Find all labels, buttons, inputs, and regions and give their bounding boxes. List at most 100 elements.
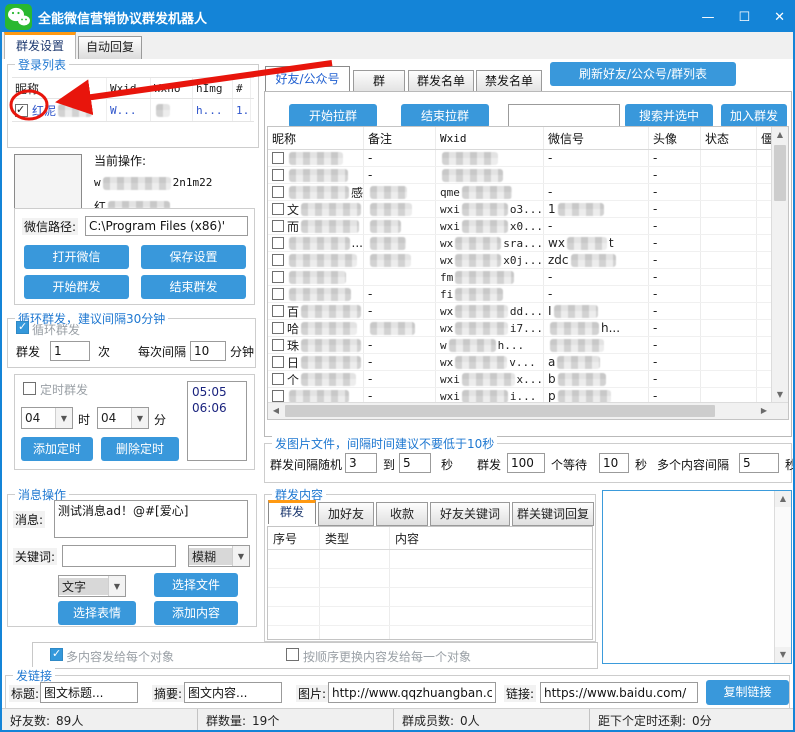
row-checkbox[interactable] <box>272 288 284 300</box>
row-checkbox[interactable] <box>272 373 284 385</box>
row-checkbox[interactable] <box>272 322 284 334</box>
scroll-up-icon[interactable]: ▲ <box>772 127 788 143</box>
friend-row[interactable]: --- <box>268 150 788 167</box>
save-settings-button[interactable]: 保存设置 <box>141 245 246 269</box>
row-checkbox[interactable] <box>272 305 284 317</box>
row-checkbox[interactable] <box>272 152 284 164</box>
interval-max-input[interactable] <box>399 453 431 473</box>
row-checkbox[interactable] <box>272 220 284 232</box>
row-checkbox[interactable] <box>272 356 284 368</box>
timer-send-checkbox[interactable] <box>23 382 36 395</box>
friend-row[interactable]: -fi-- <box>268 286 788 303</box>
content-type-select[interactable]: 文字▼ <box>58 575 126 597</box>
scroll-left-icon[interactable]: ◀ <box>268 403 284 419</box>
link-summary-input[interactable] <box>184 682 282 703</box>
delete-timer-button[interactable]: 删除定时 <box>101 437 179 461</box>
row-checkbox[interactable] <box>272 339 284 351</box>
start-masssend-button[interactable]: 开始群发 <box>24 275 129 299</box>
friend-row[interactable]: ...wxsra...wxt- <box>268 235 788 252</box>
loop-send-checkbox[interactable] <box>16 321 29 334</box>
scroll-down-icon[interactable]: ▼ <box>772 387 788 403</box>
friend-row[interactable]: 珠-wh...- <box>268 337 788 354</box>
tab-auto-reply[interactable]: 自动回复 <box>78 36 142 59</box>
friend-row[interactable]: 文wxio3...1- <box>268 201 788 218</box>
content-tab-addfriend[interactable]: 加好友 <box>318 502 374 526</box>
close-button[interactable]: ✕ <box>774 10 785 25</box>
tab-block-list[interactable]: 禁发名单 <box>476 70 542 92</box>
row-checkbox[interactable] <box>272 237 284 249</box>
login-row[interactable]: 红泥 W... h... 1. <box>12 99 254 122</box>
friend-row[interactable]: 个-wxix...b- <box>268 371 788 388</box>
minute-select[interactable]: 04▼ <box>97 407 149 429</box>
friend-cell: wxsra... <box>436 235 544 251</box>
friends-vscrollbar[interactable]: ▲ ▼ <box>771 127 788 403</box>
end-masssend-button[interactable]: 结束群发 <box>141 275 246 299</box>
tab-groups[interactable]: 群 <box>353 70 405 92</box>
friend-row[interactable]: 感qme-- <box>268 184 788 201</box>
message-textarea[interactable]: 测试消息ad！@#[爱心] <box>54 500 248 538</box>
row-checkbox[interactable] <box>272 203 284 215</box>
maximize-button[interactable]: ☐ <box>738 10 750 25</box>
hour-select[interactable]: 04▼ <box>21 407 73 429</box>
friend-row[interactable]: -- <box>268 167 788 184</box>
content-tab-friend-keyword[interactable]: 好友关键词 <box>430 502 510 526</box>
friend-cell <box>701 269 757 285</box>
friend-row[interactable]: 日-wxv...a- <box>268 354 788 371</box>
wait-seconds-input[interactable] <box>599 453 629 473</box>
content-tab-group-keyword[interactable]: 群关键词回复 <box>512 502 594 526</box>
add-to-send-button[interactable]: 加入群发 <box>721 104 787 128</box>
search-select-button[interactable]: 搜索并选中 <box>625 104 713 128</box>
row-checkbox[interactable] <box>272 271 284 283</box>
interval-min-input[interactable] <box>345 453 377 473</box>
friends-hscrollbar[interactable]: ◀ ▶ <box>268 402 788 419</box>
add-timer-button[interactable]: 添加定时 <box>21 437 93 461</box>
row-checkbox[interactable] <box>272 169 284 181</box>
select-file-button[interactable]: 选择文件 <box>154 573 238 597</box>
row-checkbox[interactable] <box>272 186 284 198</box>
log-textarea[interactable]: ▲ ▼ <box>602 490 792 664</box>
batch-count-input[interactable] <box>507 453 545 473</box>
friend-row[interactable]: 而wxix0...-- <box>268 218 788 235</box>
login-row-checkbox[interactable] <box>15 104 28 117</box>
timer-list-item[interactable]: 06:06 <box>192 400 242 416</box>
wechat-path-input[interactable] <box>85 216 248 236</box>
friend-cell: wxv... <box>436 354 544 370</box>
start-pull-button[interactable]: 开始拉群 <box>289 104 377 128</box>
content-row <box>268 569 592 588</box>
redacted-block <box>462 373 515 386</box>
row-checkbox[interactable] <box>272 390 284 402</box>
timer-list-item[interactable]: 05:05 <box>192 384 242 400</box>
tab-friends[interactable]: 好友/公众号 <box>265 66 350 92</box>
link-url-input[interactable] <box>540 682 698 703</box>
refresh-list-button[interactable]: 刷新好友/公众号/群列表 <box>550 62 736 86</box>
link-image-input[interactable] <box>328 682 496 703</box>
row-checkbox[interactable] <box>272 254 284 266</box>
keyword-input[interactable] <box>62 545 176 567</box>
timer-list[interactable]: 05:0506:06 <box>187 381 247 461</box>
tab-send-settings[interactable]: 群发设置 <box>4 32 76 59</box>
content-tab-send[interactable]: 群发 <box>268 500 316 524</box>
friend-row[interactable]: fm-- <box>268 269 788 286</box>
minimize-button[interactable]: — <box>701 10 714 25</box>
match-mode-select[interactable]: 模糊▼ <box>188 545 250 567</box>
sequential-checkbox[interactable] <box>286 648 299 661</box>
multi-content-checkbox[interactable] <box>50 648 63 661</box>
scroll-up-icon[interactable]: ▲ <box>775 491 791 507</box>
scroll-down-icon[interactable]: ▼ <box>775 647 791 663</box>
interval-input[interactable] <box>190 341 226 361</box>
friend-row[interactable]: 百-wxdd...I- <box>268 303 788 320</box>
select-emoji-button[interactable]: 选择表情 <box>58 601 136 625</box>
content-tab-payment[interactable]: 收款 <box>376 502 428 526</box>
end-pull-button[interactable]: 结束拉群 <box>401 104 489 128</box>
open-wechat-button[interactable]: 打开微信 <box>24 245 129 269</box>
copy-link-button[interactable]: 复制链接 <box>706 680 789 705</box>
multi-interval-input[interactable] <box>739 453 779 473</box>
search-input[interactable] <box>508 104 620 128</box>
add-content-button[interactable]: 添加内容 <box>154 601 238 625</box>
send-times-input[interactable] <box>50 341 90 361</box>
scroll-right-icon[interactable]: ▶ <box>756 403 772 419</box>
link-title-input[interactable] <box>40 682 138 703</box>
friend-row[interactable]: 哈wxi7...h...- <box>268 320 788 337</box>
friend-row[interactable]: wxx0j...zdc- <box>268 252 788 269</box>
tab-send-list[interactable]: 群发名单 <box>408 70 474 92</box>
